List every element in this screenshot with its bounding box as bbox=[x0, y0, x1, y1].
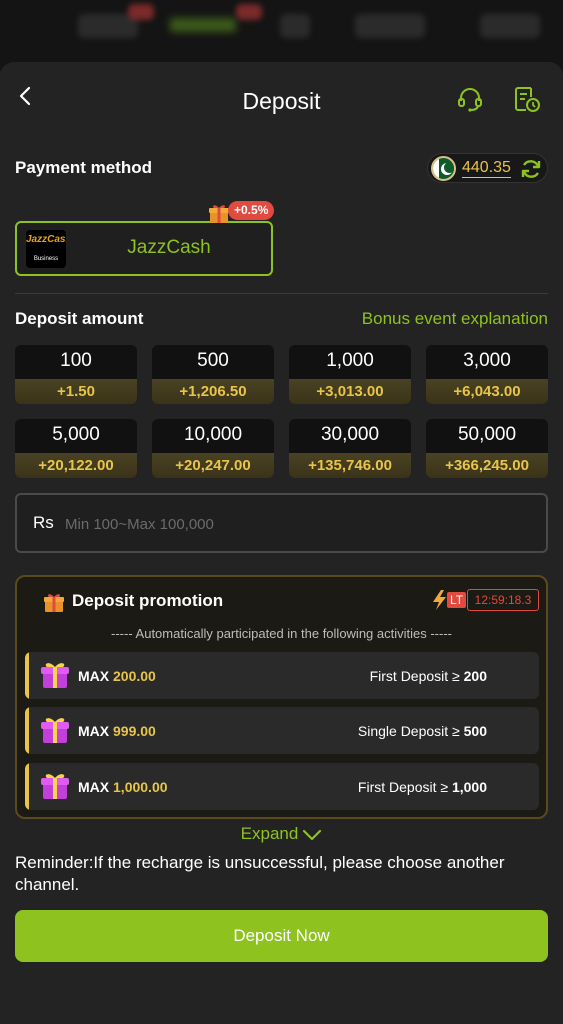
promotion-subtitle: ----- Automatically participated in the … bbox=[111, 626, 452, 641]
currency-label: Rs bbox=[33, 513, 54, 532]
amount-option[interactable]: 10,000 +20,247.00 bbox=[152, 419, 274, 478]
refresh-icon[interactable] bbox=[519, 157, 543, 181]
expand-label: Expand bbox=[240, 824, 299, 843]
promotion-max-value: 1,000.00 bbox=[113, 779, 168, 795]
pakistan-flag-icon bbox=[431, 156, 456, 181]
countdown-timer: 12:59:18.3 bbox=[467, 589, 539, 611]
amount-option[interactable]: 5,000 +20,122.00 bbox=[15, 419, 137, 478]
jazzcash-logo: JazzCash Business bbox=[26, 230, 66, 268]
amount-option[interactable]: 30,000 +135,746.00 bbox=[289, 419, 411, 478]
payment-method-title: Payment method bbox=[15, 158, 152, 177]
deposit-sheet: Deposit Payment method 440.35 JazzCas Bu… bbox=[0, 62, 563, 1024]
amount-input-box: Rs bbox=[15, 493, 548, 553]
gift-icon bbox=[44, 594, 64, 612]
amount-input[interactable] bbox=[65, 509, 525, 539]
payment-method-name: JazzCash bbox=[127, 237, 211, 258]
bonus-event-explanation-link[interactable]: Bonus event explanation bbox=[362, 309, 548, 329]
promotion-max-value: 999.00 bbox=[113, 723, 156, 739]
promotion-condition: First Deposit ≥ bbox=[369, 668, 460, 684]
expand-button[interactable]: Expand bbox=[0, 824, 563, 844]
amount-option[interactable]: 1,000 +3,013.00 bbox=[289, 345, 411, 404]
deposit-now-button[interactable]: Deposit Now bbox=[15, 910, 548, 962]
gift-box-icon bbox=[41, 663, 69, 688]
header: Deposit bbox=[0, 62, 563, 138]
chevron-down-icon bbox=[303, 829, 322, 840]
promotion-max-value: 200.00 bbox=[113, 668, 156, 684]
deposit-history-icon[interactable] bbox=[512, 84, 542, 114]
deposit-amount-title: Deposit amount bbox=[15, 309, 144, 328]
customer-service-headset-icon[interactable] bbox=[455, 84, 485, 114]
promotion-item[interactable]: MAX 200.00 First Deposit ≥ 200 bbox=[25, 652, 539, 699]
promotion-title: Deposit promotion bbox=[72, 591, 224, 610]
bonus-percent-badge: +0.5% bbox=[228, 201, 275, 220]
amount-option[interactable]: 3,000 +6,043.00 bbox=[426, 345, 548, 404]
promotion-item[interactable]: MAX 1,000.00 First Deposit ≥ 1,000 bbox=[25, 763, 539, 810]
payment-method-jazzcash[interactable]: JazzCash Business JazzCash bbox=[15, 221, 273, 276]
promotion-condition: Single Deposit ≥ bbox=[357, 723, 460, 739]
promotion-item[interactable]: MAX 999.00 Single Deposit ≥ 500 bbox=[25, 707, 539, 754]
reminder-text: Reminder:If the recharge is unsuccessful… bbox=[15, 853, 505, 894]
amount-option[interactable]: 100 +1.50 bbox=[15, 345, 137, 404]
amount-option[interactable]: 50,000 +366,245.00 bbox=[426, 419, 548, 478]
limited-time-badge: LT bbox=[447, 592, 467, 608]
gift-icon bbox=[209, 205, 229, 223]
divider bbox=[15, 293, 548, 294]
gift-box-icon bbox=[41, 718, 69, 743]
balance-display: 440.35 bbox=[427, 153, 548, 183]
gift-box-icon bbox=[41, 774, 69, 799]
deposit-promotion-panel: Deposit promotion LT 12:59:18.3 ----- Au… bbox=[15, 575, 548, 819]
background-header-blurred bbox=[0, 0, 563, 70]
amount-option[interactable]: 500 +1,206.50 bbox=[152, 345, 274, 404]
balance-amount: 440.35 bbox=[462, 159, 511, 178]
promotion-condition: First Deposit ≥ bbox=[357, 779, 449, 795]
